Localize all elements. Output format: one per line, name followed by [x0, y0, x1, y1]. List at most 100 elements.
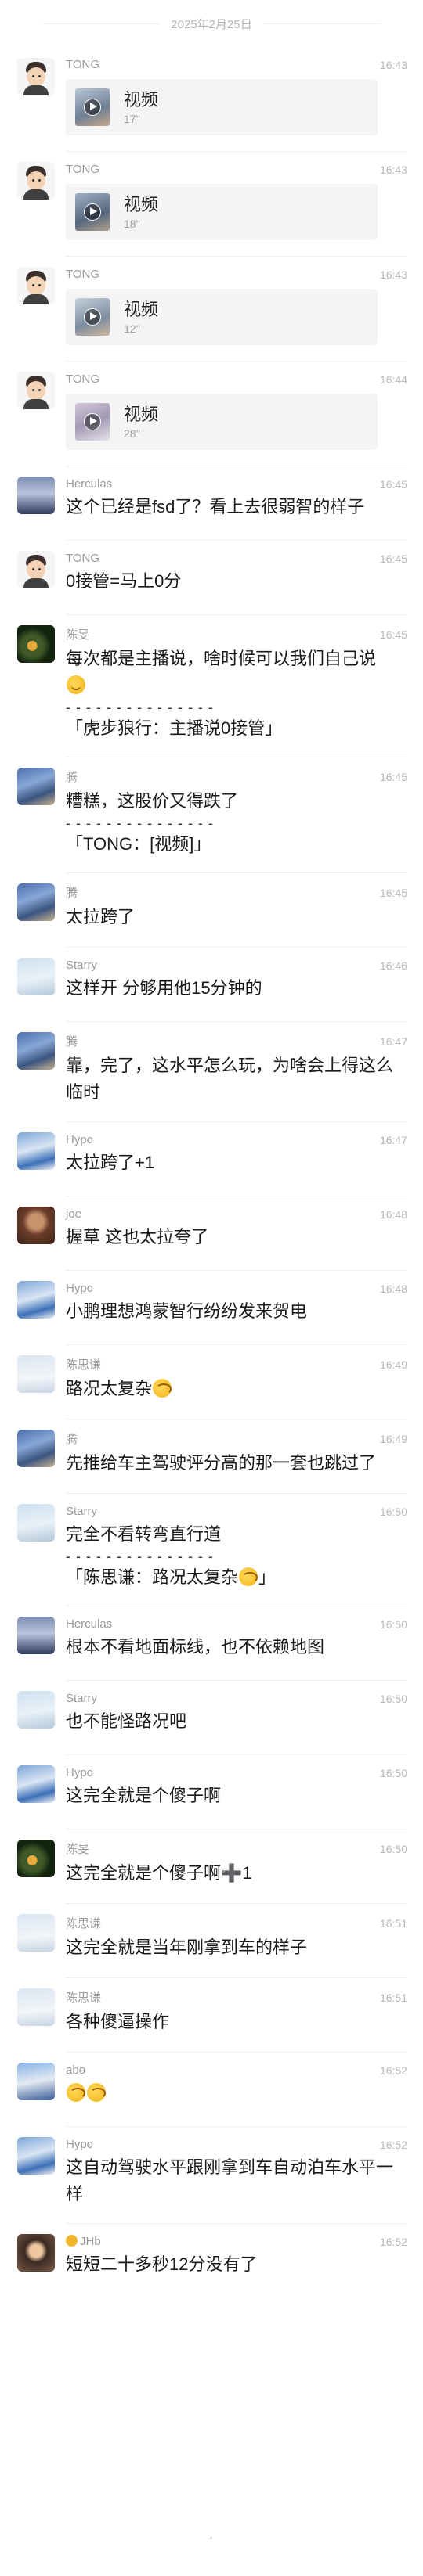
message-item: Hypo 16:50 这完全就是个傻子啊 [0, 1754, 423, 1829]
avatar[interactable] [17, 1355, 55, 1393]
sender-name: 腾 [66, 771, 78, 784]
message-time: 16:52 [379, 2138, 407, 2151]
video-message[interactable]: 视频 12'' [66, 289, 378, 345]
message-text: 这完全就是个傻子啊 [66, 1786, 222, 1805]
avatar[interactable] [17, 58, 55, 95]
avatar[interactable] [17, 883, 55, 921]
message-time: 16:43 [379, 163, 407, 176]
video-message[interactable]: 视频 17'' [66, 79, 378, 135]
divider-line [42, 23, 161, 24]
avatar[interactable] [17, 2234, 55, 2272]
sender-name: Starry [66, 1692, 98, 1705]
message-text-body: 路况太复杂 [66, 1379, 153, 1398]
quoted-reply[interactable]: 「虎步狼行：主播说0接管」 [66, 716, 407, 741]
message-time: 16:47 [379, 1133, 407, 1146]
message-text: 各种傻逼操作 [66, 2012, 170, 2031]
video-thumbnail [75, 298, 110, 336]
avatar[interactable] [17, 1430, 55, 1467]
message-text: 路况太复杂 [66, 1376, 407, 1402]
message-time: 16:43 [379, 58, 407, 71]
message-item: Herculas 16:45 这个已经是fsd了？看上去很弱智的样子 [0, 466, 423, 540]
avatar[interactable] [17, 768, 55, 805]
avatar[interactable] [17, 1617, 55, 1654]
avatar[interactable] [17, 2137, 55, 2175]
avatar[interactable] [17, 1691, 55, 1729]
message-item: 腾 16:49 先推给车主驾驶评分高的那一套也跳过了 [0, 1419, 423, 1493]
message-text: 这自动驾驶水平跟刚拿到车自动泊车水平一样 [66, 2157, 394, 2204]
avatar[interactable] [17, 1765, 55, 1803]
avatar[interactable] [17, 1281, 55, 1319]
avatar[interactable] [17, 2063, 55, 2100]
message-item: 陈思谦 16:49 路况太复杂 [0, 1344, 423, 1419]
sender-name: Hypo [66, 2138, 94, 2151]
message-item: TONG 16:43 视频 17'' [0, 47, 423, 151]
video-message[interactable]: 视频 28'' [66, 394, 378, 450]
sender-name: 腾 [66, 887, 78, 900]
avatar[interactable] [17, 162, 55, 200]
message-item: TONG 16:43 视频 12'' [0, 256, 423, 361]
sender-name: 陈旻 [66, 1843, 90, 1856]
avatar[interactable] [17, 372, 55, 409]
message-text [66, 2080, 407, 2106]
video-duration: 12'' [124, 322, 140, 335]
avatar[interactable] [17, 1132, 55, 1170]
quote-text: 「陈思谦：路况太复杂 [66, 1567, 239, 1587]
message-item: TONG 16:45 0接管=马上0分 [0, 540, 423, 614]
divider-line [262, 23, 381, 24]
sender-name: Hypo [66, 1133, 94, 1146]
message-text: 小鹏理想鸿蒙智行纷纷发来贺电 [66, 1301, 308, 1321]
sender-name: Herculas [66, 1617, 113, 1631]
message-time: 16:45 [379, 477, 407, 491]
message-time: 16:43 [379, 268, 407, 281]
avatar[interactable] [17, 958, 55, 995]
message-item: joe 16:48 握草 这也太拉夸了 [0, 1196, 423, 1270]
message-time: 16:52 [379, 2235, 407, 2248]
avatar[interactable] [17, 267, 55, 304]
avatar[interactable] [17, 1032, 55, 1070]
message-item: 陈旻 16:45 每次都是主播说，啥时候可以我们自己说 - - - - - - -… [0, 614, 423, 757]
message-time: 16:51 [379, 1991, 407, 2004]
message-time: 16:50 [379, 1505, 407, 1518]
smile-emoji-icon [67, 675, 85, 694]
dizzy-emoji-icon [87, 2083, 106, 2102]
date-divider: 2025年2月25日 [0, 0, 423, 47]
message-text: 先推给车主驾驶评分高的那一套也跳过了 [66, 1453, 377, 1473]
message-text: 糟糕，这股价又得跌了 [66, 791, 239, 811]
video-title: 视频 [124, 300, 159, 319]
message-text-body: 每次都是主播说，啥时候可以我们自己说 [66, 649, 377, 668]
avatar[interactable] [17, 477, 55, 514]
sender-name: abo [66, 2063, 86, 2077]
message-time: 16:48 [379, 1282, 407, 1295]
avatar[interactable] [17, 551, 55, 588]
message-time: 16:45 [379, 628, 407, 641]
quote-separator: - - - - - - - - - - - - - - - [66, 700, 214, 715]
sender-name: JHb [66, 2235, 101, 2248]
video-duration: 28'' [124, 427, 140, 440]
avatar[interactable] [17, 625, 55, 663]
video-message[interactable]: 视频 18'' [66, 184, 378, 240]
quoted-reply[interactable]: 「TONG：[视频]」 [66, 832, 407, 857]
sender-name: TONG [66, 552, 100, 565]
sender-name: Herculas [66, 477, 113, 491]
message-time: 16:49 [379, 1432, 407, 1445]
date-label: 2025年2月25日 [171, 17, 252, 31]
message-time: 16:45 [379, 886, 407, 899]
avatar[interactable] [17, 1988, 55, 2026]
quoted-reply[interactable]: 「陈思谦：路况太复杂」 [66, 1565, 407, 1590]
avatar[interactable] [17, 1914, 55, 1952]
message-time: 16:45 [379, 770, 407, 783]
video-duration: 17'' [124, 113, 140, 125]
sender-name: 陈旻 [66, 628, 90, 642]
message-item: 腾 16:45 太拉跨了 [0, 872, 423, 947]
sender-name: Starry [66, 959, 98, 972]
avatar[interactable] [17, 1840, 55, 1877]
message-item: 腾 16:45 糟糕，这股价又得跌了 - - - - - - - - - - - … [0, 757, 423, 872]
message-text: 0接管=马上0分 [66, 571, 182, 591]
avatar[interactable] [17, 1504, 55, 1542]
avatar[interactable] [17, 1207, 55, 1244]
sender-name: 腾 [66, 1433, 78, 1446]
message-time: 16:48 [379, 1207, 407, 1221]
message-time: 16:49 [379, 1358, 407, 1371]
message-time: 16:44 [379, 372, 407, 386]
sender-name: Hypo [66, 1766, 94, 1779]
